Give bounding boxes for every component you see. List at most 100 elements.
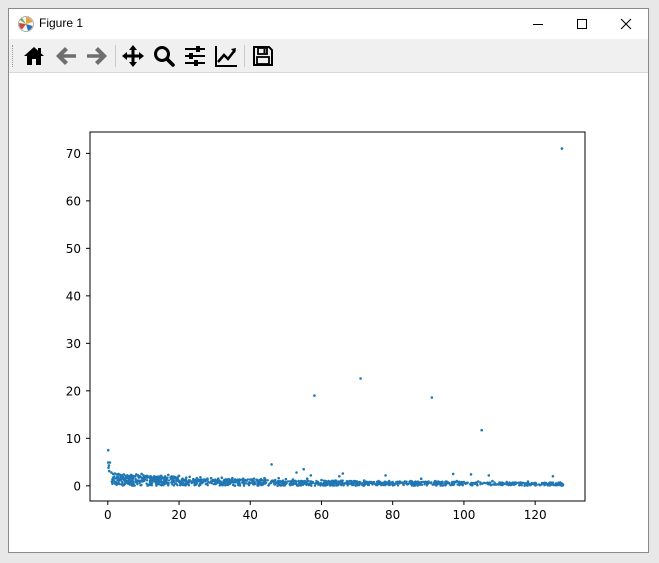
data-point: [254, 482, 257, 486]
data-point: [151, 479, 154, 483]
data-point: [163, 476, 167, 480]
toolbar-separator: [244, 45, 245, 67]
data-point: [161, 481, 165, 484]
data-point: [256, 484, 259, 487]
data-point: [295, 471, 298, 474]
data-point: [480, 428, 484, 432]
data-point: [167, 481, 170, 485]
matplotlib-icon: [18, 16, 34, 32]
data-point: [184, 476, 188, 480]
figure-canvas[interactable]: 0 20 40 60 80 100 120 0 10 20 30 40 50 60 70: [9, 73, 648, 552]
close-button[interactable]: [603, 9, 649, 39]
data-point: [271, 479, 274, 482]
data-point: [391, 484, 395, 487]
data-point: [464, 482, 467, 486]
data-point: [444, 483, 447, 487]
data-point: [544, 483, 548, 486]
data-point: [473, 482, 476, 485]
data-point: [263, 476, 266, 480]
scatter-chart[interactable]: 0 20 40 60 80 100 120 0 10 20 30 40 50 60 70: [9, 73, 648, 552]
data-point: [340, 479, 343, 482]
axes: 0 20 40 60 80 100 120 0 10 20 30 40 50 60 70: [66, 131, 586, 522]
data-point: [107, 464, 111, 467]
figure-window: Figure 1 0 20 40 60 80 100 120 0 10 20 3…: [8, 8, 649, 553]
x-tick-label: 0: [104, 508, 112, 522]
minimize-icon: [533, 24, 543, 25]
data-point: [139, 480, 143, 483]
forward-button[interactable]: [83, 42, 111, 70]
data-point: [220, 476, 224, 480]
home-button[interactable]: [20, 42, 48, 70]
save-button[interactable]: [249, 42, 277, 70]
save-floppy-icon: [253, 46, 273, 66]
data-point: [117, 475, 120, 478]
data-point: [398, 480, 402, 483]
edit-axis-button[interactable]: [212, 42, 240, 70]
data-point: [160, 477, 163, 481]
data-point: [273, 478, 277, 482]
data-point: [436, 482, 439, 485]
data-point: [383, 480, 386, 483]
data-point: [273, 483, 276, 486]
data-point: [351, 481, 354, 485]
data-point: [218, 484, 221, 487]
data-point: [159, 474, 163, 478]
data-point: [451, 483, 455, 487]
data-point: [332, 484, 335, 487]
data-point: [163, 482, 166, 486]
data-point: [302, 467, 306, 471]
data-point: [158, 481, 161, 485]
data-point: [337, 483, 340, 486]
data-point: [216, 477, 220, 481]
pan-button[interactable]: [119, 42, 147, 70]
data-point: [144, 477, 147, 480]
data-point: [185, 483, 188, 486]
data-point: [469, 473, 473, 476]
back-button[interactable]: [52, 42, 80, 70]
data-point: [128, 481, 131, 484]
toolbar-grip[interactable]: [12, 45, 15, 67]
window-title: Figure 1: [39, 16, 84, 30]
data-point: [227, 477, 231, 481]
data-point: [345, 480, 348, 483]
data-point: [150, 482, 154, 485]
data-point: [313, 394, 316, 397]
data-point: [262, 479, 265, 482]
toolbar-separator: [115, 45, 116, 67]
maximize-icon: [577, 19, 587, 29]
data-point: [309, 474, 313, 477]
data-point: [372, 481, 376, 484]
data-point: [430, 481, 433, 484]
configure-subplots-button[interactable]: [181, 42, 209, 70]
data-point: [147, 484, 150, 487]
data-point: [494, 483, 497, 486]
data-point: [387, 479, 391, 483]
data-point: [245, 479, 248, 482]
data-point: [217, 479, 220, 483]
minimize-button[interactable]: [515, 9, 561, 39]
data-point: [561, 484, 565, 487]
data-point: [362, 484, 366, 487]
data-point: [291, 483, 294, 486]
data-point: [341, 472, 345, 475]
data-point: [451, 472, 455, 476]
data-point: [242, 484, 246, 487]
data-point: [114, 482, 118, 486]
data-point: [181, 483, 185, 487]
data-point: [128, 478, 131, 481]
title-bar[interactable]: Figure 1: [9, 9, 648, 39]
data-point: [355, 480, 359, 483]
data-point: [419, 477, 423, 481]
x-tick-label: 80: [385, 508, 400, 522]
data-point: [384, 474, 387, 477]
data-point: [289, 480, 293, 484]
zoom-button[interactable]: [150, 42, 178, 70]
data-point: [156, 479, 159, 483]
data-point: [284, 477, 288, 481]
y-tick-label: 0: [73, 479, 81, 493]
forward-arrow-icon: [87, 47, 107, 65]
data-point: [270, 463, 273, 466]
data-point: [305, 482, 308, 485]
maximize-button[interactable]: [559, 9, 605, 39]
data-point: [507, 482, 511, 486]
